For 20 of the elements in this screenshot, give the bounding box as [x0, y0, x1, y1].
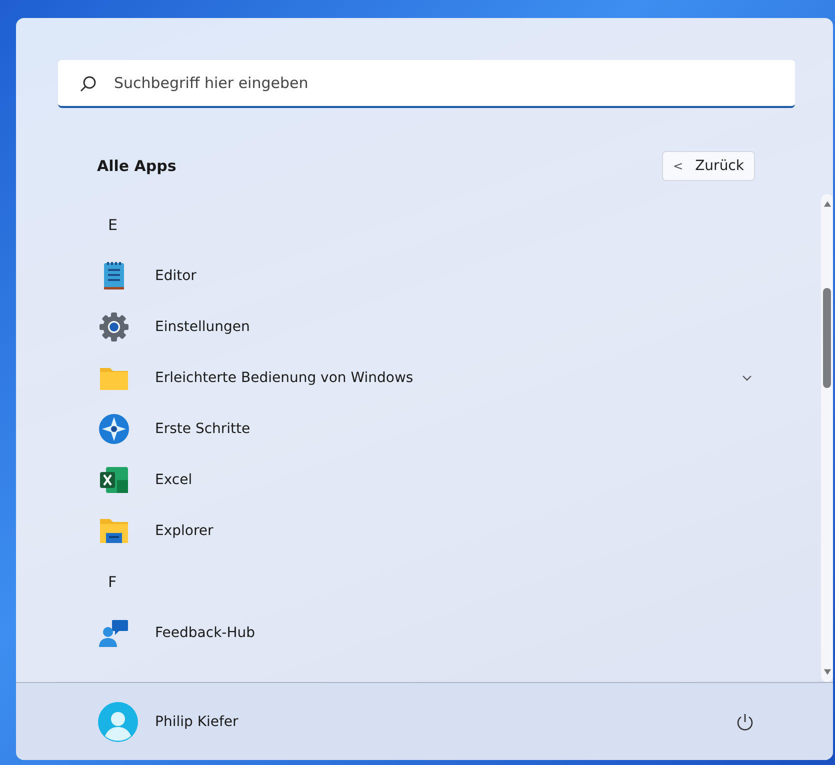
- scroll-up-arrow-icon[interactable]: [822, 200, 832, 208]
- avatar-icon: [98, 702, 138, 742]
- back-button[interactable]: < Zurück: [662, 151, 755, 181]
- search-field[interactable]: Suchbegriff hier eingeben: [58, 60, 795, 108]
- app-list-item[interactable]: Explorer: [16, 505, 757, 556]
- power-icon[interactable]: [735, 712, 755, 732]
- letter-heading[interactable]: F: [98, 572, 117, 590]
- app-list-item[interactable]: Erleichterte Bedienung von Windows: [16, 352, 757, 403]
- letter-heading[interactable]: E: [98, 216, 118, 234]
- app-list-item[interactable]: Editor: [16, 250, 757, 301]
- user-account-button[interactable]: Philip Kiefer: [98, 702, 238, 742]
- section-title: Alle Apps: [97, 157, 176, 175]
- app-list-item[interactable]: Excel: [16, 454, 757, 505]
- scrollbar-thumb[interactable]: [823, 288, 831, 388]
- gear-icon: [98, 310, 130, 342]
- scroll-down-arrow-icon[interactable]: [822, 668, 832, 676]
- app-list-item[interactable]: Einstellungen: [16, 301, 757, 352]
- app-list-item[interactable]: Erste Schritte: [16, 403, 757, 454]
- app-list-item[interactable]: Feedback-Hub: [16, 607, 757, 658]
- scrollbar[interactable]: [821, 194, 833, 682]
